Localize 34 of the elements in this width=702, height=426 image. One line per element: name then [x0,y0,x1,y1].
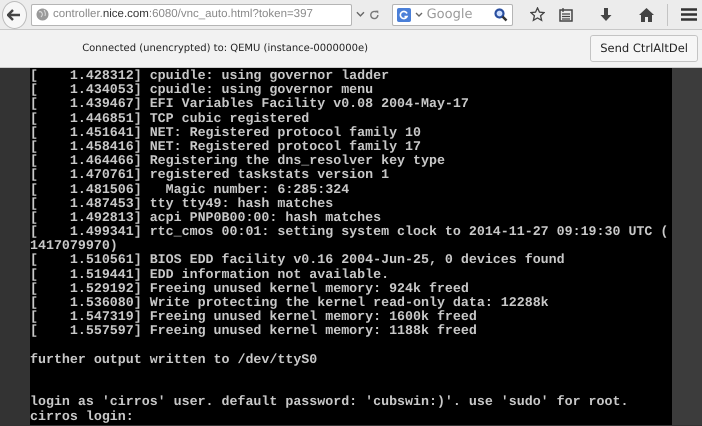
console-line: [ 1.557597] Freeing unused kernel memory: 1188k freed [30,324,478,339]
console-line: [ 1.458416] NET: Registered protocol family 17 [30,140,422,154]
dropdown-caret-icon[interactable] [356,11,365,18]
console-line: [ 1.499341] rtc_cmos 00:01: setting system clock to 2014-11-27 09:19:30 UTC ( [30,225,670,240]
console-line: [ 1.536080] Write protecting the kernel read-only data: 12288k [30,296,550,310]
console-line: [ 1.434053] cpuidle: using governor menu [30,83,374,98]
console-line: cirros login: [30,410,135,424]
send-ctrlaltdel-button[interactable]: Send CtrlAltDel [590,34,698,62]
back-arrow-icon [7,8,22,20]
search-icon[interactable] [494,8,508,22]
console-line: [ 1.446851] TCP cubic registered [30,112,310,126]
search-engine-icon [396,8,411,22]
globe-icon [36,8,49,21]
connection-status: Connected (unencrypted) to: QEMU (instance-0000000e) [82,42,368,56]
console-line: login as 'cirros' user. default password: 'cubswin:)'. use 'sudo' for root. [30,395,630,410]
console-line: [ 1.470761] registered taskstats version 1 [30,168,390,182]
console-line: [ 1.481506] Magic number: 6:285:324 [30,182,350,196]
reload-icon[interactable] [369,8,380,20]
console-line: [ 1.547319] Freeing unused kernel memory: 1600k freed [30,310,478,324]
console-line: [ 1.492813] acpi PNP0B00:00: hash matches [30,210,382,225]
console-line: [ 1.428312] cpuidle: using governor ladder [30,69,390,83]
search-placeholder: Google [426,6,474,24]
console-line: 1417079970) [30,239,118,254]
console-line: further output written to /dev/ttyS0 [30,352,318,367]
console-line: [ 1.451641] NET: Registered protocol family 10 [30,126,422,140]
console-line: [ 1.487453] tty tty49: hash matches [30,196,334,211]
console-line: [ 1.519441] EDD information not available. [30,268,390,282]
caret-icon [414,12,423,18]
console-line: [ 1.510561] BIOS EDD facility v0.16 2004-Jun-25, 0 devices found [30,253,566,268]
console-line: [ 1.464466] Registering the dns_resolver key type [30,154,446,168]
console-line: [ 1.529192] Freeing unused kernel memory: 924k freed [30,282,470,296]
console-line: [ 1.439467] EFI Variables Facility v0.08 2004-May-17 [30,97,470,112]
back-button[interactable] [2,0,27,28]
url-field[interactable]: controller.nice.com:6080/vnc_auto.html?token=397 [30,4,352,26]
